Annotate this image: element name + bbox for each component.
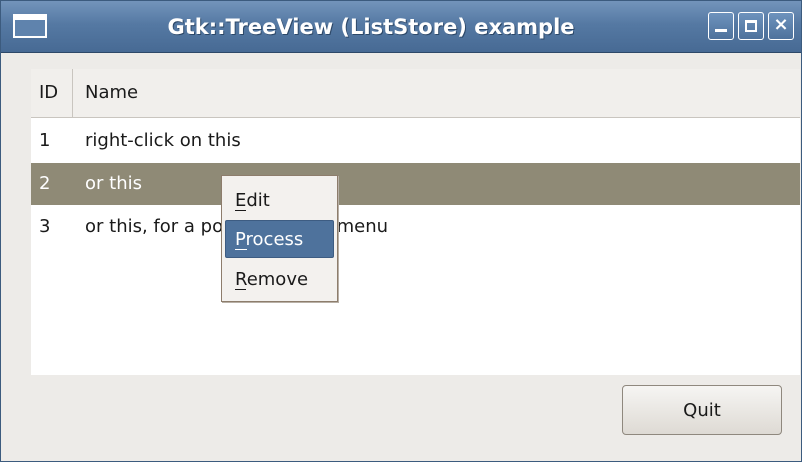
- menu-item-remove[interactable]: Remove: [225, 260, 334, 298]
- mnemonic-underline: [235, 210, 246, 211]
- quit-button-label: Quit: [683, 400, 721, 421]
- menu-item-label: Process: [235, 229, 304, 250]
- quit-button[interactable]: Quit: [622, 385, 782, 435]
- close-icon: ×: [773, 14, 789, 35]
- tree-row-selected[interactable]: 2 or this: [31, 163, 800, 205]
- minimize-icon: [715, 29, 727, 32]
- column-header-id[interactable]: ID: [31, 69, 73, 117]
- tree-row[interactable]: 3 or this, for a popup context menu: [31, 206, 800, 248]
- window-title: Gtk::TreeView (ListStore) example: [167, 15, 575, 39]
- title-bar[interactable]: Gtk::TreeView (ListStore) example ×: [1, 1, 801, 53]
- tree-view[interactable]: ID Name 1 right-click on this 2 or this …: [31, 69, 800, 375]
- row-id-cell: 1: [39, 130, 51, 151]
- minimize-button[interactable]: [708, 12, 734, 40]
- menu-item-process[interactable]: Process: [225, 220, 334, 258]
- mnemonic-underline: [235, 249, 247, 250]
- row-id-cell: 2: [39, 173, 51, 194]
- window-icon[interactable]: [13, 14, 47, 38]
- row-name-cell: right-click on this: [85, 130, 241, 151]
- tree-row[interactable]: 1 right-click on this: [31, 120, 800, 162]
- maximize-icon: [745, 20, 757, 32]
- row-name-cell: or this: [85, 173, 142, 194]
- app-window: Gtk::TreeView (ListStore) example × ID N…: [0, 0, 802, 462]
- column-header-label: Name: [85, 82, 139, 103]
- row-id-cell: 3: [39, 216, 51, 237]
- menu-item-label: Remove: [235, 269, 309, 290]
- column-header-name[interactable]: Name: [73, 69, 673, 117]
- column-header-label: ID: [39, 82, 59, 103]
- menu-item-label: Edit: [235, 190, 270, 211]
- mnemonic-underline: [235, 289, 246, 290]
- context-menu: Edit Process Remove: [221, 175, 338, 302]
- menu-item-edit[interactable]: Edit: [225, 181, 334, 219]
- tree-header: ID Name: [31, 69, 800, 118]
- maximize-button[interactable]: [738, 12, 764, 40]
- close-button[interactable]: ×: [768, 12, 794, 40]
